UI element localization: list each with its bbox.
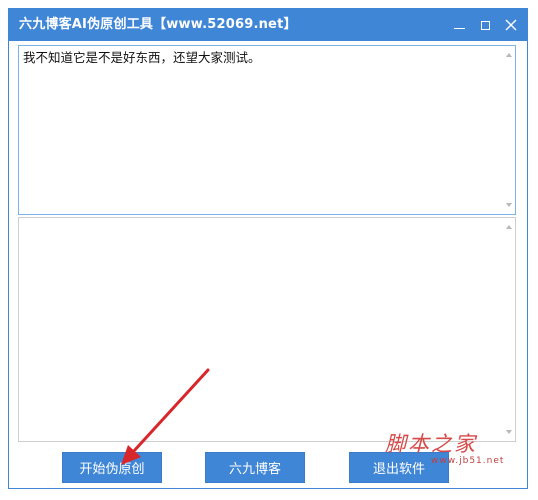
maximize-button[interactable] xyxy=(471,9,499,41)
watermark-url: www.jb51.net xyxy=(431,456,505,466)
watermark: 脚本之家 www.jb51.net xyxy=(385,428,530,472)
close-icon xyxy=(505,19,517,31)
title-bar[interactable]: 六九博客AI伪原创工具【www.52069.net】 xyxy=(9,9,527,41)
scroll-up-icon[interactable] xyxy=(506,53,512,57)
minimize-button[interactable] xyxy=(445,9,473,41)
source-text-input[interactable]: 我不知道它是不是好东西，还望大家测试。 xyxy=(18,45,516,215)
close-button[interactable] xyxy=(497,9,525,41)
source-text-value: 我不知道它是不是好东西，还望大家测试。 xyxy=(23,50,261,65)
result-text-output[interactable] xyxy=(18,217,516,442)
maximize-icon xyxy=(480,20,490,30)
start-rewrite-button[interactable]: 开始伪原创 xyxy=(62,452,162,483)
scroll-up-icon[interactable] xyxy=(506,225,512,229)
scroll-down-icon[interactable] xyxy=(506,203,512,207)
app-window: 六九博客AI伪原创工具【www.52069.net】 我不知道它是不是好东西，还… xyxy=(8,8,528,489)
watermark-title: 脚本之家 xyxy=(385,432,477,456)
minimize-icon xyxy=(453,27,465,29)
window-title: 六九博客AI伪原创工具【www.52069.net】 xyxy=(19,17,297,32)
blog-button[interactable]: 六九博客 xyxy=(205,452,305,483)
